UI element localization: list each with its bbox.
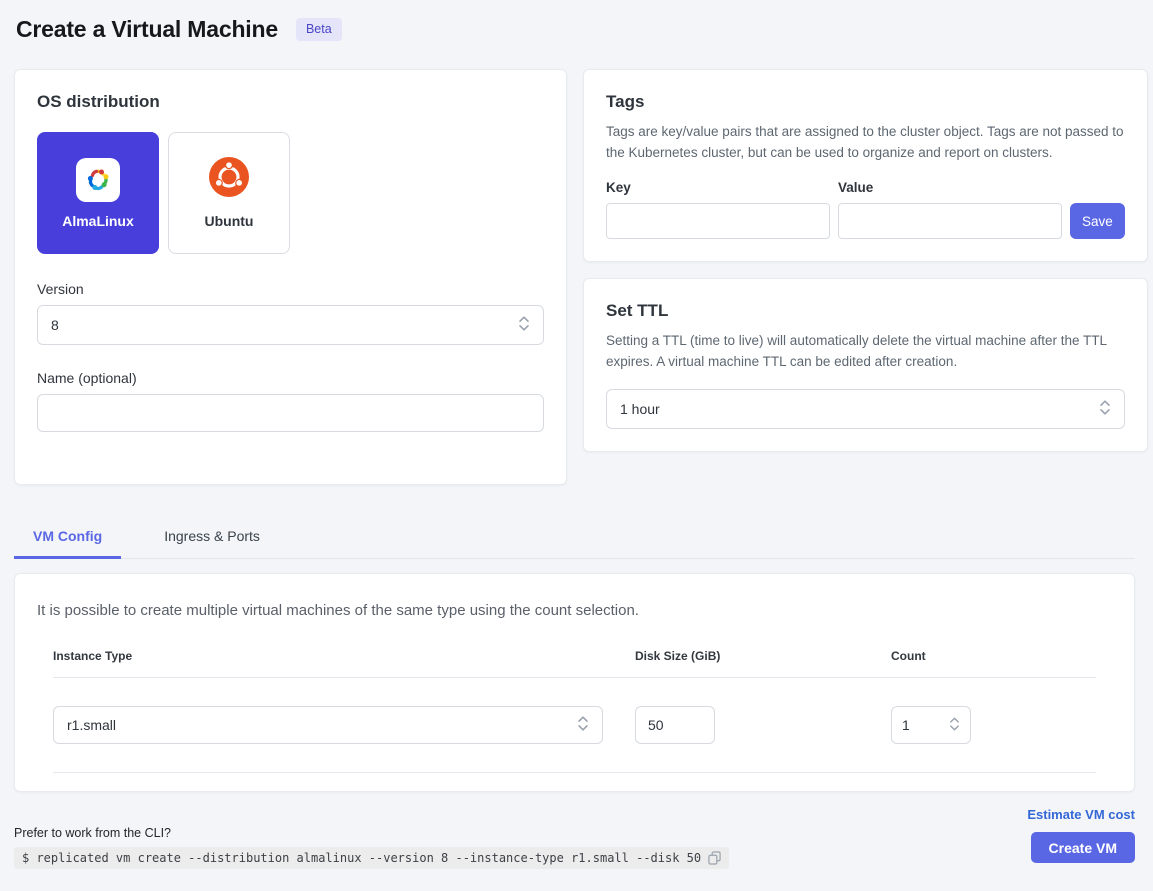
version-select[interactable]: 8: [37, 305, 544, 345]
save-tag-button[interactable]: Save: [1070, 203, 1125, 239]
ttl-selected-value: 1 hour: [620, 401, 660, 417]
page-header: Create a Virtual Machine Beta: [14, 16, 1135, 43]
os-option-ubuntu[interactable]: Ubuntu: [168, 132, 290, 254]
set-ttl-card: Set TTL Setting a TTL (time to live) wil…: [583, 278, 1148, 452]
chevron-updown-icon: [518, 315, 530, 335]
chevron-updown-icon: [949, 716, 960, 735]
vm-config-card: It is possible to create multiple virtua…: [14, 573, 1135, 792]
ubuntu-logo-icon: [209, 157, 249, 202]
tag-key-field: Key: [606, 180, 830, 239]
tag-value-input[interactable]: [838, 203, 1062, 239]
top-cards-row: OS distribution: [14, 69, 1135, 485]
tag-value-label: Value: [838, 180, 1062, 195]
column-instance-type: Instance Type: [53, 649, 635, 663]
tags-form: Key Value Save: [606, 180, 1125, 239]
name-label: Name (optional): [37, 370, 544, 386]
vm-config-description: It is possible to create multiple virtua…: [37, 602, 1112, 619]
tags-card-title: Tags: [606, 92, 1125, 112]
tag-value-field: Value: [838, 180, 1062, 239]
ttl-description: Setting a TTL (time to live) will automa…: [606, 331, 1125, 372]
version-selected-value: 8: [51, 317, 59, 333]
cli-area: Prefer to work from the CLI? $ replicate…: [14, 826, 729, 869]
tags-description: Tags are key/value pairs that are assign…: [606, 122, 1125, 163]
instances-table-header: Instance Type Disk Size (GiB) Count: [53, 619, 1096, 678]
cli-prompt-text: Prefer to work from the CLI?: [14, 826, 729, 840]
footer-actions: Prefer to work from the CLI? $ replicate…: [14, 826, 1135, 869]
tag-key-input[interactable]: [606, 203, 830, 239]
version-label: Version: [37, 281, 544, 297]
tab-vm-config[interactable]: VM Config: [14, 518, 121, 559]
tag-key-label: Key: [606, 180, 830, 195]
footer-links: Estimate VM cost: [14, 806, 1135, 824]
count-stepper[interactable]: 1: [891, 706, 971, 744]
ttl-select[interactable]: 1 hour: [606, 389, 1125, 429]
os-distribution-card: OS distribution: [14, 69, 567, 485]
os-option-label: AlmaLinux: [62, 213, 134, 229]
cli-command-pill: $ replicated vm create --distribution al…: [14, 847, 729, 869]
column-count: Count: [891, 649, 1096, 663]
cli-command-text: $ replicated vm create --distribution al…: [22, 851, 701, 865]
instance-type-select[interactable]: r1.small: [53, 706, 603, 744]
instance-type-value: r1.small: [67, 717, 116, 733]
right-column: Tags Tags are key/value pairs that are a…: [583, 69, 1148, 485]
os-options: AlmaLinux: [37, 132, 544, 254]
chevron-updown-icon: [577, 715, 589, 735]
os-option-label: Ubuntu: [205, 213, 254, 229]
disk-size-input[interactable]: [635, 706, 715, 744]
beta-badge: Beta: [296, 18, 342, 41]
tags-card: Tags Tags are key/value pairs that are a…: [583, 69, 1148, 262]
instance-row: r1.small 1: [53, 678, 1096, 773]
count-value: 1: [902, 717, 910, 733]
os-card-title: OS distribution: [37, 92, 544, 112]
config-tabs: VM Config Ingress & Ports: [14, 518, 1135, 559]
name-input[interactable]: [37, 394, 544, 432]
create-vm-button[interactable]: Create VM: [1031, 832, 1135, 863]
os-option-almalinux[interactable]: AlmaLinux: [37, 132, 159, 254]
copy-icon[interactable]: [708, 851, 721, 865]
instances-table: Instance Type Disk Size (GiB) Count r1.s…: [53, 619, 1096, 773]
create-vm-page: Create a Virtual Machine Beta OS distrib…: [0, 0, 1153, 869]
chevron-updown-icon: [1099, 399, 1111, 419]
ttl-card-title: Set TTL: [606, 301, 1125, 321]
estimate-vm-cost-link[interactable]: Estimate VM cost: [1027, 807, 1135, 822]
page-title: Create a Virtual Machine: [16, 16, 278, 43]
almalinux-logo-icon: [76, 158, 120, 202]
column-disk-size: Disk Size (GiB): [635, 649, 891, 663]
tab-ingress-ports[interactable]: Ingress & Ports: [145, 518, 279, 559]
